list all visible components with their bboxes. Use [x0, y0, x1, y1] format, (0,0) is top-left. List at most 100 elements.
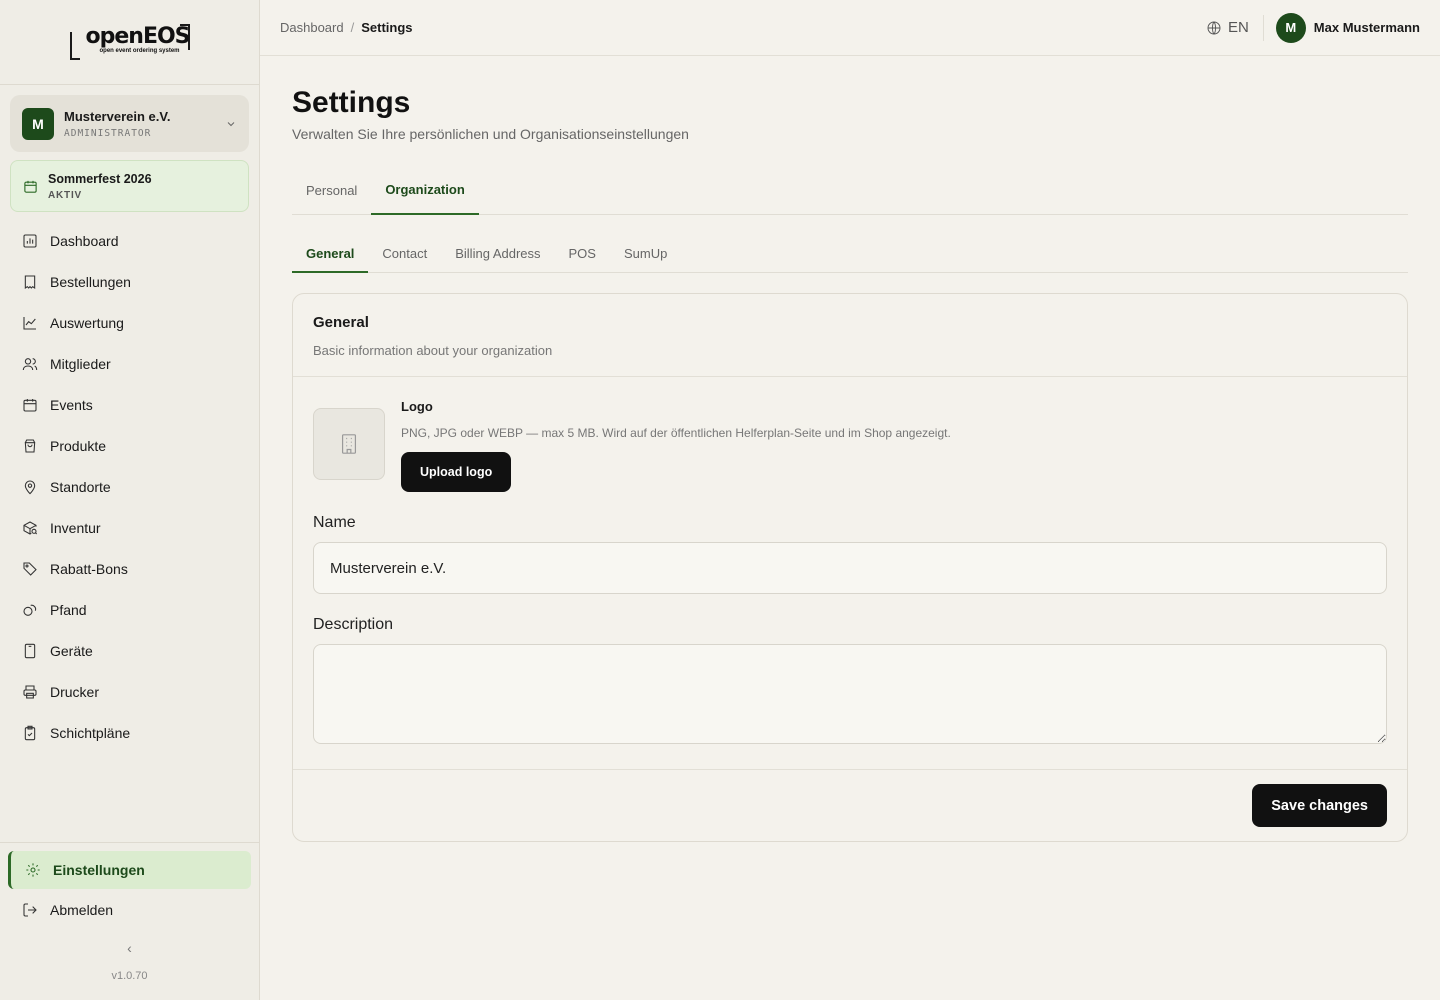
topbar: Dashboard / Settings EN M Max Mustermann [260, 0, 1440, 56]
sidebar-item-inventur[interactable]: Inventur [0, 507, 259, 548]
building-icon [341, 434, 357, 454]
page-title: Settings [292, 86, 411, 119]
shopping-bag-icon [24, 438, 36, 453]
logo-subtitle: open event ordering system [99, 48, 180, 54]
sidebar-item-label: Geräte [50, 642, 93, 659]
name-input[interactable] [313, 542, 1387, 594]
sidebar-item-rabatt-bons[interactable]: Rabatt-Bons [0, 548, 259, 589]
breadcrumb: Dashboard / Settings [280, 20, 413, 35]
card-body: Logo PNG, JPG oder WEBP — max 5 MB. Wird… [293, 377, 1407, 769]
tag-icon [23, 561, 37, 576]
general-settings-card: General Basic information about your org… [292, 293, 1408, 842]
org-switcher[interactable]: M Musterverein e.V. ADMINISTRATOR [10, 95, 249, 152]
organization-subtabs: General Contact Billing Address POS SumU… [292, 235, 1408, 273]
tab-personal[interactable]: Personal [292, 166, 371, 214]
sidebar-item-label: Auswertung [50, 314, 124, 331]
sidebar-item-label: Standorte [50, 478, 111, 495]
subtab-general[interactable]: General [292, 235, 369, 273]
chart-icon [23, 233, 37, 248]
sidebar-item-einstellungen[interactable]: Einstellungen [8, 851, 251, 889]
sidebar-item-label: Bestellungen [50, 273, 131, 290]
logo-text: openEOS [85, 24, 191, 49]
settings-tabs: Personal Organization [292, 166, 1408, 215]
chevron-down-icon [227, 121, 235, 126]
calendar-icon [23, 398, 37, 412]
active-event[interactable]: Sommerfest 2026 AKTIV [10, 160, 249, 212]
collapse-sidebar-button[interactable]: ‹ [0, 940, 259, 956]
map-pin-icon [24, 480, 36, 494]
page-subtitle: Verwalten Sie Ihre persönlichen und Orga… [292, 126, 689, 142]
app-version: v1.0.70 [111, 970, 148, 982]
user-menu[interactable]: M Max Mustermann [1275, 12, 1420, 43]
name-label: Name [313, 514, 356, 531]
sidebar-item-label: Produkte [50, 437, 107, 454]
calendar-icon [24, 180, 37, 193]
card-header: General Basic information about your org… [293, 294, 1407, 377]
logo-placeholder [313, 408, 385, 480]
sidebar-item-label: Inventur [50, 519, 101, 536]
logo-label: Logo [401, 399, 433, 414]
sidebar-item-label: Drucker [50, 683, 100, 700]
description-label: Description [313, 616, 394, 633]
subtab-pos[interactable]: POS [555, 235, 610, 272]
logout-icon [23, 902, 37, 917]
sidebar-item-mitglieder[interactable]: Mitglieder [0, 343, 259, 384]
language-switcher[interactable]: EN [1206, 14, 1264, 41]
tablet-icon [24, 643, 36, 658]
card-title: General [313, 314, 369, 331]
coins-icon [23, 604, 37, 616]
subtab-sumup[interactable]: SumUp [610, 235, 681, 272]
card-footer: Save changes [293, 769, 1407, 841]
sidebar-item-produkte[interactable]: Produkte [0, 425, 259, 466]
users-icon [22, 357, 38, 370]
language-label: EN [1227, 19, 1249, 36]
logout-label: Abmelden [50, 901, 114, 918]
sidebar-item-label: Rabatt-Bons [50, 560, 128, 577]
breadcrumb-current: Settings [361, 20, 413, 35]
subtab-contact[interactable]: Contact [368, 235, 441, 272]
user-name: Max Mustermann [1313, 20, 1420, 35]
sidebar-item-label: Events [50, 396, 93, 413]
sidebar-item-pfand[interactable]: Pfand [0, 589, 259, 630]
logout-button[interactable]: Abmelden [0, 889, 259, 930]
sidebar-item-auswertung[interactable]: Auswertung [0, 302, 259, 343]
sidebar-item-dashboard[interactable]: Dashboard [0, 220, 259, 261]
sidebar-footer: Einstellungen Abmelden ‹ v1.0.70 [0, 842, 259, 1000]
receipt-icon [24, 274, 36, 289]
tab-organization[interactable]: Organization [371, 166, 479, 215]
sidebar-item-events[interactable]: Events [0, 384, 259, 425]
sidebar-item-geraete[interactable]: Geräte [0, 630, 259, 671]
logo-area: openEOS open event ordering system [0, 0, 259, 85]
subtab-billing-address[interactable]: Billing Address [441, 235, 554, 272]
org-role: ADMINISTRATOR [64, 127, 152, 139]
sidebar-item-label: Schichtpläne [50, 724, 131, 741]
save-changes-button[interactable]: Save changes [1252, 784, 1387, 827]
upload-logo-button[interactable]: Upload logo [401, 452, 512, 492]
sidebar-item-bestellungen[interactable]: Bestellungen [0, 261, 259, 302]
gear-icon [26, 863, 40, 877]
logo-hint: PNG, JPG oder WEBP — max 5 MB. Wird auf … [401, 426, 951, 440]
sidebar-item-schichtplaene[interactable]: Schichtpläne [0, 712, 259, 753]
settings-content: Settings Verwalten Sie Ihre persönlichen… [260, 86, 1440, 842]
line-chart-icon [23, 316, 36, 330]
sidebar-nav: Dashboard Bestellungen Auswertung Mitgli… [0, 220, 259, 753]
printer-icon [23, 684, 37, 699]
org-avatar: M [22, 107, 54, 140]
event-status: AKTIV [48, 189, 82, 201]
main-area: Dashboard / Settings EN M Max Mustermann… [260, 0, 1440, 1000]
event-name: Sommerfest 2026 [48, 171, 152, 186]
sidebar-item-label: Pfand [50, 601, 87, 618]
logo-section: Logo PNG, JPG oder WEBP — max 5 MB. Wird… [313, 397, 1387, 492]
sidebar-item-standorte[interactable]: Standorte [0, 466, 259, 507]
avatar: M [1275, 12, 1306, 43]
sidebar-item-drucker[interactable]: Drucker [0, 671, 259, 712]
clipboard-check-icon [24, 725, 36, 740]
breadcrumb-dashboard[interactable]: Dashboard [280, 20, 344, 35]
sidebar: openEOS open event ordering system M Mus… [0, 0, 260, 1000]
sidebar-item-label: Dashboard [50, 232, 119, 249]
app-logo[interactable]: openEOS open event ordering system [69, 22, 191, 62]
description-textarea[interactable] [313, 644, 1387, 744]
breadcrumb-separator: / [350, 20, 355, 35]
card-description: Basic information about your organizatio… [313, 343, 553, 358]
org-name: Musterverein e.V. [64, 108, 171, 124]
